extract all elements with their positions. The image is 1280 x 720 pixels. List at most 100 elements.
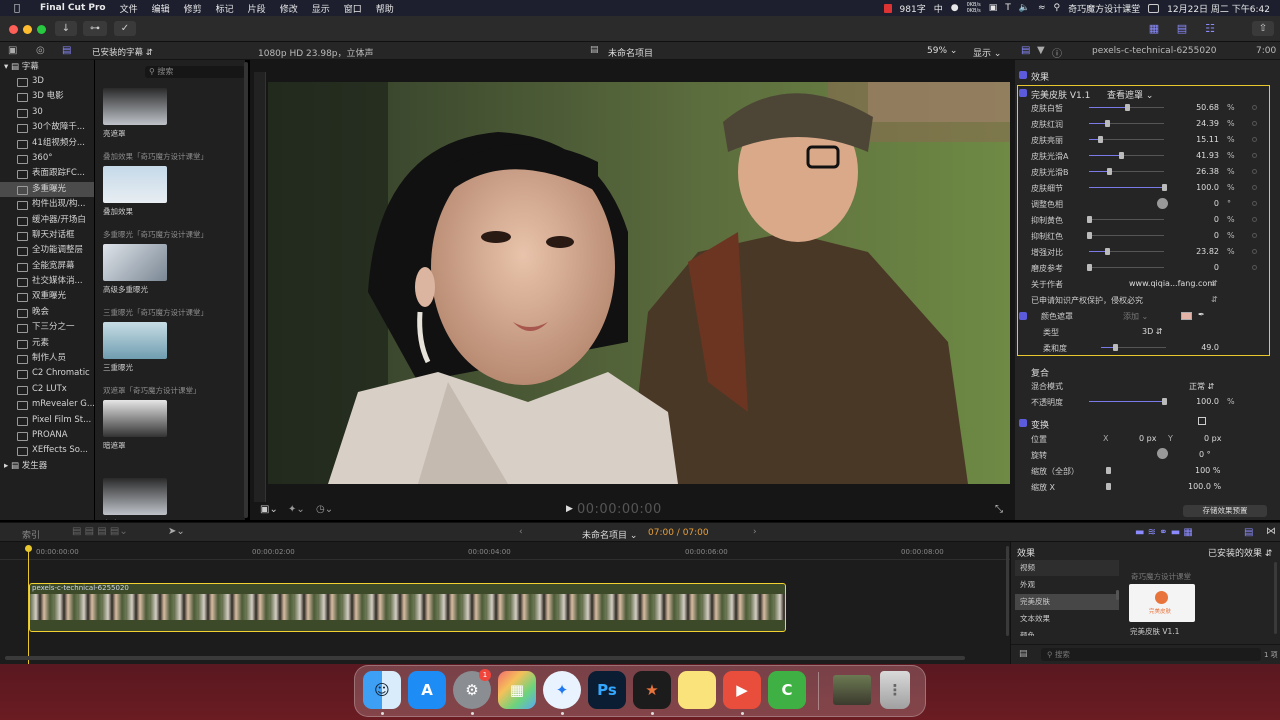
menu-mark[interactable]: 标记	[216, 2, 234, 15]
browser-search[interactable]: ⚲ 搜索	[145, 66, 245, 78]
effects-scrollbar[interactable]	[1274, 562, 1277, 634]
transform-tool-icon[interactable]: ▣⌄	[260, 504, 278, 515]
sidebar-item[interactable]: 多重曝光	[0, 181, 94, 198]
notes-icon[interactable]	[678, 671, 716, 709]
effects-category-item[interactable]: 完美皮肤	[1015, 594, 1119, 610]
type-menu[interactable]: 3D ⇵	[1142, 327, 1163, 336]
presentation-icon[interactable]: ▶	[723, 671, 761, 709]
rotation-dial[interactable]	[1157, 448, 1168, 459]
color-mask-add[interactable]: 添加 ⌄	[1123, 311, 1148, 322]
installed-effects-menu[interactable]: 已安装的效果 ⇵	[1208, 546, 1272, 559]
photos-icon[interactable]: ◎	[36, 45, 45, 56]
title-thumbnail[interactable]	[103, 166, 167, 203]
char-count[interactable]: 981字	[900, 2, 926, 15]
keyframe-button[interactable]	[1252, 185, 1257, 190]
effects-browser-toggle[interactable]: ▤	[1244, 527, 1253, 538]
sidebar-item[interactable]: PROANA	[0, 428, 94, 443]
color-inspector-icon[interactable]: ▼	[1037, 45, 1045, 56]
param-value[interactable]: 0	[1214, 263, 1219, 272]
video-inspector-icon[interactable]: ▤	[1021, 45, 1030, 56]
sidebar-item[interactable]: 3D 电影	[0, 89, 94, 104]
display-menu[interactable]: 显示 ⌄	[973, 46, 1001, 59]
info-inspector-icon[interactable]: ⓘ	[1052, 45, 1062, 60]
param-value[interactable]: 26.38	[1196, 167, 1219, 176]
ime-indicator[interactable]: 中	[934, 2, 943, 15]
effects-category-item[interactable]: 外观	[1015, 577, 1119, 593]
keyframe-button[interactable]	[1252, 233, 1257, 238]
app-menu[interactable]: Final Cut Pro	[40, 3, 106, 13]
preview-window-icon[interactable]	[833, 675, 871, 705]
final-cut-icon[interactable]: ★	[633, 671, 671, 709]
sidebar-item[interactable]: 双重曝光	[0, 289, 94, 304]
volume-icon[interactable]: 🔈	[1019, 3, 1030, 13]
timeline-project-menu[interactable]: 未命名项目 ⌄	[582, 528, 637, 541]
sidebar-item[interactable]: 构件出现/构...	[0, 197, 94, 212]
color-mask-checkbox[interactable]	[1019, 312, 1027, 320]
param-slider-knob[interactable]	[1106, 168, 1112, 175]
generators-root[interactable]: ▸ ▤ 发生器	[0, 459, 94, 473]
browser-scrollbar[interactable]	[244, 62, 248, 518]
library-title[interactable]: 已安装的字幕 ⇵	[92, 46, 153, 58]
effects-checkbox[interactable]	[1019, 71, 1027, 79]
copyright-stepper-icon[interactable]: ⇵	[1211, 295, 1218, 304]
minimize-window-button[interactable]	[23, 25, 32, 34]
title-thumbnail[interactable]	[103, 322, 167, 359]
menu-clip[interactable]: 片段	[248, 2, 266, 15]
sidebar-item[interactable]: 全功能调整层	[0, 243, 94, 258]
camtasia-icon[interactable]: C	[768, 671, 806, 709]
save-effects-preset-button[interactable]: 存储效果预置	[1183, 505, 1267, 517]
share-button[interactable]: ⇧	[1252, 21, 1274, 36]
sidebar-item[interactable]: 3D	[0, 74, 94, 89]
record-icon[interactable]	[883, 3, 892, 13]
sidebar-item[interactable]: 社交媒体消...	[0, 274, 94, 289]
pos-y-value[interactable]: 0 px	[1204, 434, 1221, 443]
menu-window[interactable]: 窗口	[344, 2, 362, 15]
timeline-clip[interactable]: pexels-c-technical-6255020	[29, 583, 786, 632]
param-slider-track[interactable]	[1089, 267, 1164, 268]
sidebar-item[interactable]: 30	[0, 105, 94, 120]
apple-menu-icon[interactable]: 	[14, 3, 28, 14]
sidebar-item[interactable]: Pixel Film St...	[0, 413, 94, 428]
sidebar-item[interactable]: mRevealer G...	[0, 397, 94, 412]
effect-enable-checkbox[interactable]	[1019, 89, 1027, 97]
wechat-icon[interactable]: ●	[951, 3, 959, 13]
titles-root[interactable]: ▾ ▤ 字幕	[0, 60, 94, 74]
param-value[interactable]: 24.39	[1196, 119, 1219, 128]
menu-trim[interactable]: 修剪	[184, 2, 202, 15]
opacity-value[interactable]: 100.0	[1196, 397, 1219, 406]
playhead-handle[interactable]	[25, 545, 32, 552]
param-slider-knob[interactable]	[1162, 184, 1167, 191]
trash-icon[interactable]: ⋮	[880, 671, 910, 709]
history-forward-icon[interactable]: ›	[753, 527, 757, 537]
speed-icon[interactable]: ◷⌄	[316, 504, 333, 515]
menu-help[interactable]: 帮助	[376, 2, 394, 15]
titles-icon[interactable]: ▤	[62, 45, 71, 56]
param-value[interactable]: 23.82	[1196, 247, 1219, 256]
param-value[interactable]: 100.0	[1196, 183, 1219, 192]
sidebar-item[interactable]: 41组视频分...	[0, 136, 94, 151]
param-slider-knob[interactable]	[1087, 232, 1092, 239]
sidebar-item[interactable]: 360°	[0, 151, 94, 166]
keyword-button[interactable]: ⊶	[83, 21, 107, 36]
effects-category-item[interactable]: 文本效果	[1015, 611, 1119, 627]
select-tool-icon[interactable]: ➤⌄	[168, 526, 185, 537]
sidebar-item[interactable]: 制作人员	[0, 351, 94, 366]
search-menu-icon[interactable]: ⚲	[1054, 3, 1061, 13]
title-thumbnail[interactable]	[103, 478, 167, 515]
sidebar-item[interactable]: 元素	[0, 336, 94, 351]
timeline-vscroll[interactable]	[1006, 546, 1009, 636]
author-value[interactable]: www.qiqia...fang.com	[1129, 279, 1215, 288]
scale-all-value[interactable]: 100 %	[1195, 466, 1220, 475]
menu-edit[interactable]: 编辑	[152, 2, 170, 15]
param-slider-knob[interactable]	[1105, 248, 1110, 255]
param-slider-knob[interactable]	[1118, 152, 1124, 159]
sidebar-item[interactable]: 聊天对话框	[0, 228, 94, 243]
sidebar-item[interactable]: 下三分之一	[0, 320, 94, 335]
finder-icon[interactable]: ☺	[363, 671, 401, 709]
param-value[interactable]: 0	[1214, 215, 1219, 224]
import-button[interactable]: ↓	[55, 21, 77, 36]
param-value[interactable]: 0	[1214, 231, 1219, 240]
capture-icon[interactable]: ▣	[989, 3, 998, 13]
sidebar-item[interactable]: 全能宽屏幕	[0, 259, 94, 274]
scale-x-value[interactable]: 100.0 %	[1188, 482, 1221, 491]
